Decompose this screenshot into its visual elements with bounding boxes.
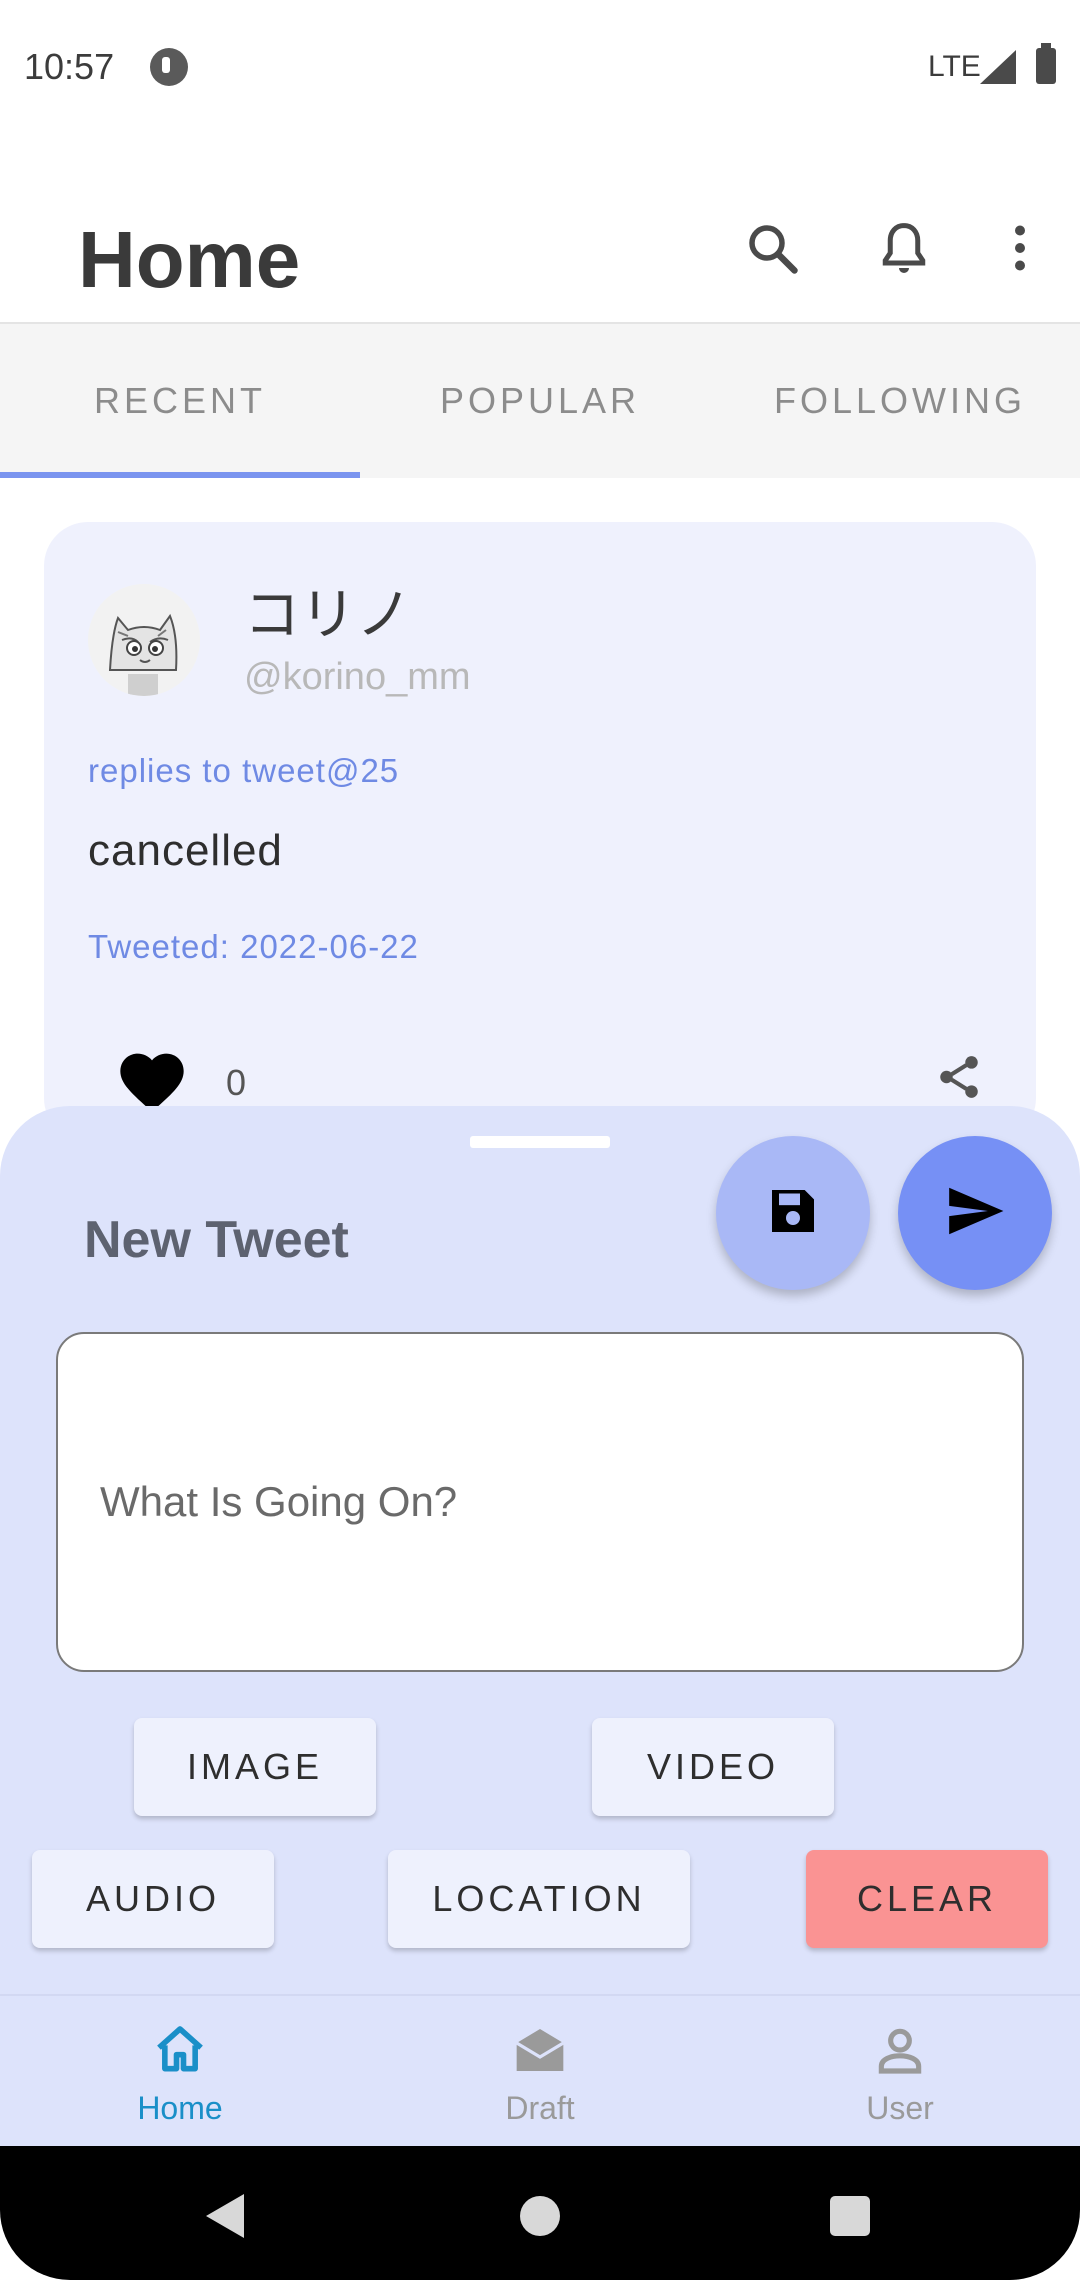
avatar[interactable] — [88, 584, 200, 696]
home-icon — [152, 2022, 208, 2078]
save-icon — [765, 1183, 821, 1244]
status-bar: 10:57 LTE — [0, 0, 1080, 136]
drag-handle[interactable] — [470, 1136, 610, 1148]
share-icon[interactable] — [934, 1052, 984, 1102]
user-icon — [872, 2022, 928, 2078]
search-icon[interactable] — [742, 218, 802, 278]
nav-user[interactable]: User — [720, 1996, 1080, 2148]
recent-apps-icon[interactable] — [830, 2196, 870, 2236]
tweet-text: cancelled — [88, 826, 283, 875]
like-count: 0 — [226, 1062, 247, 1103]
clear-button[interactable]: CLEAR — [806, 1850, 1048, 1948]
bell-icon[interactable] — [874, 218, 934, 278]
add-video-button[interactable]: VIDEO — [592, 1718, 834, 1816]
signal-icon — [980, 50, 1016, 84]
page-title: Home — [78, 215, 301, 304]
battery-icon — [1036, 43, 1056, 84]
draft-icon — [512, 2022, 568, 2078]
nav-user-label: User — [866, 2090, 934, 2126]
back-icon[interactable] — [206, 2194, 244, 2238]
app-notification-icon — [150, 48, 188, 86]
nav-draft[interactable]: Draft — [360, 1996, 720, 2148]
tab-popular[interactable]: POPULAR — [360, 324, 720, 478]
author-name: コリノ — [244, 583, 412, 646]
tab-following[interactable]: FOLLOWING — [720, 324, 1080, 478]
nav-home[interactable]: Home — [0, 1996, 360, 2148]
reply-to-link[interactable]: replies to tweet@25 — [88, 752, 399, 790]
tab-recent[interactable]: RECENT — [0, 324, 360, 478]
system-navigation-bar — [0, 2146, 1080, 2280]
tweet-input[interactable] — [56, 1332, 1024, 1672]
status-time: 10:57 — [24, 46, 115, 87]
compose-title: New Tweet — [84, 1211, 349, 1269]
more-vert-icon[interactable] — [990, 218, 1050, 278]
send-tweet-button[interactable] — [898, 1136, 1052, 1290]
author-handle: @korino_mm — [244, 656, 471, 698]
home-circle-icon[interactable] — [520, 2196, 560, 2236]
send-icon — [944, 1180, 1006, 1247]
tab-indicator — [0, 472, 360, 478]
compose-sheet: New Tweet IMAGE VIDEO AUDIO LOCATION CLE… — [0, 1106, 1080, 1996]
nav-draft-label: Draft — [505, 2090, 575, 2126]
add-location-button[interactable]: LOCATION — [388, 1850, 690, 1948]
tweet-card[interactable]: コリノ @korino_mm replies to tweet@25 cance… — [44, 522, 1036, 1142]
nav-home-label: Home — [137, 2090, 223, 2126]
bottom-navigation: Home Draft User — [0, 1994, 1080, 2146]
add-audio-button[interactable]: AUDIO — [32, 1850, 274, 1948]
app-bar: Home — [0, 136, 1080, 324]
add-image-button[interactable]: IMAGE — [134, 1718, 376, 1816]
save-draft-button[interactable] — [716, 1136, 870, 1290]
heart-icon[interactable] — [114, 1044, 190, 1114]
tweet-date: Tweeted: 2022-06-22 — [88, 928, 419, 965]
tab-bar: RECENT POPULAR FOLLOWING — [0, 324, 1080, 478]
network-type: LTE — [928, 50, 981, 83]
